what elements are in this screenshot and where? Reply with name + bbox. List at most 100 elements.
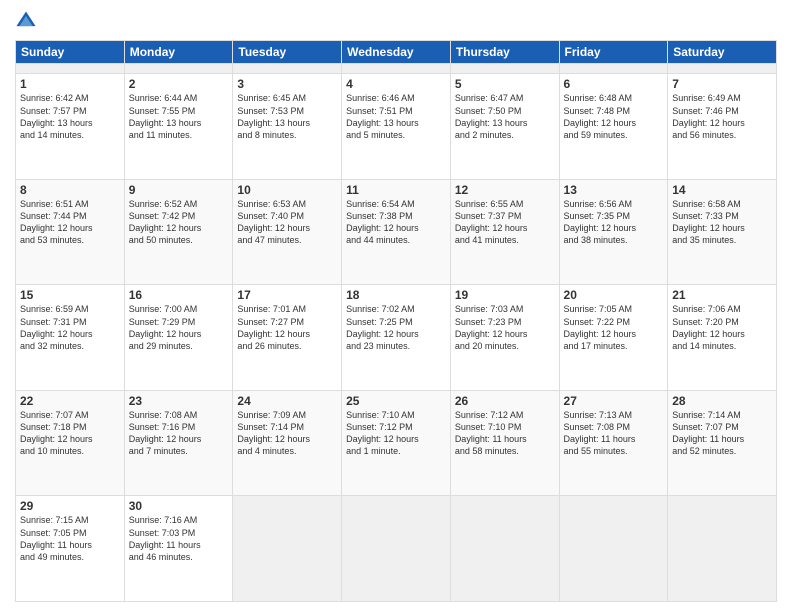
calendar-week-4: 22Sunrise: 7:07 AM Sunset: 7:18 PM Dayli… xyxy=(16,390,777,496)
day-number: 6 xyxy=(564,77,664,91)
calendar-cell: 19Sunrise: 7:03 AM Sunset: 7:23 PM Dayli… xyxy=(450,285,559,391)
day-number: 5 xyxy=(455,77,555,91)
day-number: 10 xyxy=(237,183,337,197)
day-number: 25 xyxy=(346,394,446,408)
day-number: 23 xyxy=(129,394,229,408)
day-number: 7 xyxy=(672,77,772,91)
calendar-cell: 13Sunrise: 6:56 AM Sunset: 7:35 PM Dayli… xyxy=(559,179,668,285)
calendar-cell: 28Sunrise: 7:14 AM Sunset: 7:07 PM Dayli… xyxy=(668,390,777,496)
calendar-cell: 3Sunrise: 6:45 AM Sunset: 7:53 PM Daylig… xyxy=(233,74,342,180)
calendar-cell: 2Sunrise: 6:44 AM Sunset: 7:55 PM Daylig… xyxy=(124,74,233,180)
calendar-cell: 29Sunrise: 7:15 AM Sunset: 7:05 PM Dayli… xyxy=(16,496,125,602)
calendar-cell: 15Sunrise: 6:59 AM Sunset: 7:31 PM Dayli… xyxy=(16,285,125,391)
header xyxy=(15,10,777,32)
calendar-week-2: 8Sunrise: 6:51 AM Sunset: 7:44 PM Daylig… xyxy=(16,179,777,285)
day-number: 24 xyxy=(237,394,337,408)
column-header-sunday: Sunday xyxy=(16,41,125,64)
day-number: 3 xyxy=(237,77,337,91)
day-number: 14 xyxy=(672,183,772,197)
calendar-cell: 14Sunrise: 6:58 AM Sunset: 7:33 PM Dayli… xyxy=(668,179,777,285)
day-info: Sunrise: 7:10 AM Sunset: 7:12 PM Dayligh… xyxy=(346,409,446,458)
calendar-cell: 22Sunrise: 7:07 AM Sunset: 7:18 PM Dayli… xyxy=(16,390,125,496)
calendar-week-5: 29Sunrise: 7:15 AM Sunset: 7:05 PM Dayli… xyxy=(16,496,777,602)
calendar-cell xyxy=(559,64,668,74)
calendar-cell: 25Sunrise: 7:10 AM Sunset: 7:12 PM Dayli… xyxy=(342,390,451,496)
day-number: 9 xyxy=(129,183,229,197)
day-info: Sunrise: 6:47 AM Sunset: 7:50 PM Dayligh… xyxy=(455,92,555,141)
day-number: 30 xyxy=(129,499,229,513)
day-info: Sunrise: 7:09 AM Sunset: 7:14 PM Dayligh… xyxy=(237,409,337,458)
calendar-week-0 xyxy=(16,64,777,74)
day-info: Sunrise: 6:54 AM Sunset: 7:38 PM Dayligh… xyxy=(346,198,446,247)
calendar-cell: 7Sunrise: 6:49 AM Sunset: 7:46 PM Daylig… xyxy=(668,74,777,180)
calendar-cell xyxy=(233,496,342,602)
day-number: 8 xyxy=(20,183,120,197)
calendar-week-1: 1Sunrise: 6:42 AM Sunset: 7:57 PM Daylig… xyxy=(16,74,777,180)
day-number: 4 xyxy=(346,77,446,91)
day-info: Sunrise: 7:07 AM Sunset: 7:18 PM Dayligh… xyxy=(20,409,120,458)
day-info: Sunrise: 6:46 AM Sunset: 7:51 PM Dayligh… xyxy=(346,92,446,141)
day-info: Sunrise: 6:56 AM Sunset: 7:35 PM Dayligh… xyxy=(564,198,664,247)
day-info: Sunrise: 6:42 AM Sunset: 7:57 PM Dayligh… xyxy=(20,92,120,141)
day-info: Sunrise: 7:13 AM Sunset: 7:08 PM Dayligh… xyxy=(564,409,664,458)
day-info: Sunrise: 6:59 AM Sunset: 7:31 PM Dayligh… xyxy=(20,303,120,352)
day-number: 21 xyxy=(672,288,772,302)
calendar-cell: 8Sunrise: 6:51 AM Sunset: 7:44 PM Daylig… xyxy=(16,179,125,285)
column-header-monday: Monday xyxy=(124,41,233,64)
logo-icon xyxy=(15,10,37,32)
day-number: 18 xyxy=(346,288,446,302)
calendar-cell: 12Sunrise: 6:55 AM Sunset: 7:37 PM Dayli… xyxy=(450,179,559,285)
calendar-cell: 5Sunrise: 6:47 AM Sunset: 7:50 PM Daylig… xyxy=(450,74,559,180)
day-info: Sunrise: 7:16 AM Sunset: 7:03 PM Dayligh… xyxy=(129,514,229,563)
calendar-cell: 27Sunrise: 7:13 AM Sunset: 7:08 PM Dayli… xyxy=(559,390,668,496)
day-number: 22 xyxy=(20,394,120,408)
calendar-cell: 20Sunrise: 7:05 AM Sunset: 7:22 PM Dayli… xyxy=(559,285,668,391)
calendar-cell: 6Sunrise: 6:48 AM Sunset: 7:48 PM Daylig… xyxy=(559,74,668,180)
calendar-cell xyxy=(342,496,451,602)
calendar-cell: 24Sunrise: 7:09 AM Sunset: 7:14 PM Dayli… xyxy=(233,390,342,496)
day-number: 13 xyxy=(564,183,664,197)
day-info: Sunrise: 7:01 AM Sunset: 7:27 PM Dayligh… xyxy=(237,303,337,352)
day-info: Sunrise: 6:49 AM Sunset: 7:46 PM Dayligh… xyxy=(672,92,772,141)
calendar-cell xyxy=(233,64,342,74)
day-info: Sunrise: 6:52 AM Sunset: 7:42 PM Dayligh… xyxy=(129,198,229,247)
calendar-cell: 23Sunrise: 7:08 AM Sunset: 7:16 PM Dayli… xyxy=(124,390,233,496)
calendar-cell: 9Sunrise: 6:52 AM Sunset: 7:42 PM Daylig… xyxy=(124,179,233,285)
day-info: Sunrise: 6:45 AM Sunset: 7:53 PM Dayligh… xyxy=(237,92,337,141)
column-header-thursday: Thursday xyxy=(450,41,559,64)
day-info: Sunrise: 6:58 AM Sunset: 7:33 PM Dayligh… xyxy=(672,198,772,247)
day-info: Sunrise: 7:00 AM Sunset: 7:29 PM Dayligh… xyxy=(129,303,229,352)
column-header-tuesday: Tuesday xyxy=(233,41,342,64)
column-header-saturday: Saturday xyxy=(668,41,777,64)
calendar-header-row: SundayMondayTuesdayWednesdayThursdayFrid… xyxy=(16,41,777,64)
column-header-friday: Friday xyxy=(559,41,668,64)
day-number: 28 xyxy=(672,394,772,408)
day-number: 17 xyxy=(237,288,337,302)
calendar-cell: 18Sunrise: 7:02 AM Sunset: 7:25 PM Dayli… xyxy=(342,285,451,391)
calendar-cell: 4Sunrise: 6:46 AM Sunset: 7:51 PM Daylig… xyxy=(342,74,451,180)
day-info: Sunrise: 7:15 AM Sunset: 7:05 PM Dayligh… xyxy=(20,514,120,563)
day-info: Sunrise: 6:44 AM Sunset: 7:55 PM Dayligh… xyxy=(129,92,229,141)
day-number: 27 xyxy=(564,394,664,408)
calendar-cell: 10Sunrise: 6:53 AM Sunset: 7:40 PM Dayli… xyxy=(233,179,342,285)
column-header-wednesday: Wednesday xyxy=(342,41,451,64)
day-info: Sunrise: 7:12 AM Sunset: 7:10 PM Dayligh… xyxy=(455,409,555,458)
day-info: Sunrise: 7:05 AM Sunset: 7:22 PM Dayligh… xyxy=(564,303,664,352)
day-number: 12 xyxy=(455,183,555,197)
calendar-cell xyxy=(559,496,668,602)
calendar-cell xyxy=(450,496,559,602)
calendar-cell xyxy=(450,64,559,74)
calendar-cell xyxy=(668,64,777,74)
logo xyxy=(15,10,39,32)
day-info: Sunrise: 7:03 AM Sunset: 7:23 PM Dayligh… xyxy=(455,303,555,352)
day-number: 1 xyxy=(20,77,120,91)
calendar-cell: 26Sunrise: 7:12 AM Sunset: 7:10 PM Dayli… xyxy=(450,390,559,496)
calendar-table: SundayMondayTuesdayWednesdayThursdayFrid… xyxy=(15,40,777,602)
day-number: 26 xyxy=(455,394,555,408)
day-number: 29 xyxy=(20,499,120,513)
page: SundayMondayTuesdayWednesdayThursdayFrid… xyxy=(0,0,792,612)
day-number: 15 xyxy=(20,288,120,302)
day-info: Sunrise: 7:08 AM Sunset: 7:16 PM Dayligh… xyxy=(129,409,229,458)
calendar-cell xyxy=(668,496,777,602)
day-number: 11 xyxy=(346,183,446,197)
